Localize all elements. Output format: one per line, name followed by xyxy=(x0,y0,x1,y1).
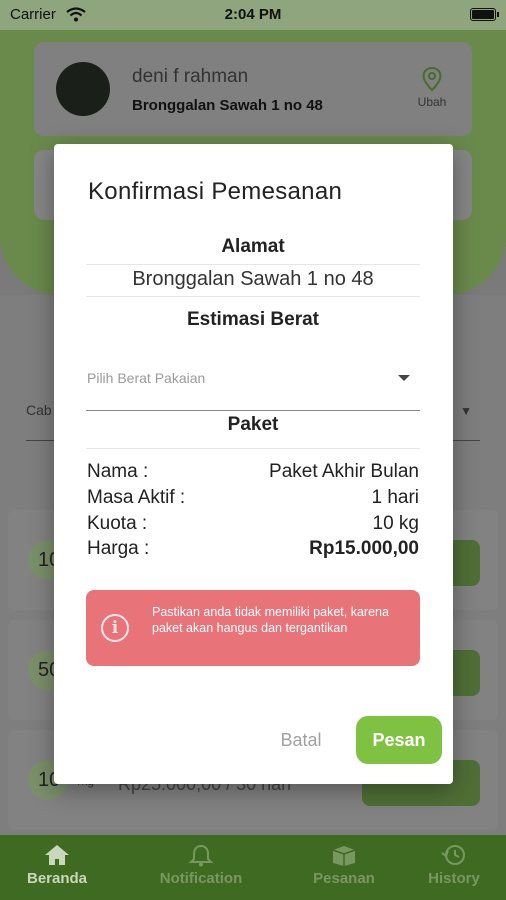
package-price-row: Harga : Rp15.000,00 xyxy=(87,538,419,564)
order-confirmation-dialog: Konfirmasi Pemesanan Alamat Bronggalan S… xyxy=(54,144,453,784)
divider xyxy=(86,264,420,265)
history-icon xyxy=(441,845,465,865)
profile-address: Bronggalan Sawah 1 no 48 xyxy=(132,97,323,114)
cancel-button[interactable]: Batal xyxy=(264,718,338,762)
change-address-button[interactable]: Ubah xyxy=(412,66,452,109)
package-active-row: Masa Aktif : 1 hari xyxy=(87,487,419,513)
nav-item-history[interactable]: History xyxy=(404,843,504,887)
background-dropdown-label: Cab xyxy=(26,402,52,418)
package-name-value: Paket Akhir Bulan xyxy=(269,461,419,482)
weight-select-placeholder: Pilih Berat Pakaian xyxy=(87,370,206,386)
package-active-value: 1 hari xyxy=(371,487,419,508)
bottom-navigation: Beranda Notification Pesanan History xyxy=(0,835,506,900)
bell-icon xyxy=(188,844,214,867)
avatar xyxy=(56,62,110,116)
warning-text: Pastikan anda tidak memiliki paket, kare… xyxy=(152,605,389,635)
order-button[interactable]: Pesan xyxy=(356,716,442,764)
divider xyxy=(86,448,420,449)
warning-alert: i Pastikan anda tidak memiliki paket, ka… xyxy=(86,590,420,666)
package-active-label: Masa Aktif : xyxy=(87,487,186,508)
address-heading: Alamat xyxy=(221,236,285,257)
battery-icon xyxy=(470,8,499,21)
info-icon: i xyxy=(101,614,129,642)
package-quota-row: Kuota : 10 kg xyxy=(87,513,419,539)
nav-item-notification[interactable]: Notification xyxy=(151,843,251,887)
nav-label: Notification xyxy=(159,870,243,887)
package-name-row: Nama : Paket Akhir Bulan xyxy=(87,461,419,487)
package-price-value: Rp15.000,00 xyxy=(309,538,419,559)
profile-name: deni f rahman xyxy=(132,66,249,87)
package-quota-label: Kuota : xyxy=(87,513,148,534)
dropdown-arrow-icon xyxy=(398,375,410,381)
location-pin-icon xyxy=(422,66,442,92)
box-icon xyxy=(332,846,356,866)
clock: 2:04 PM xyxy=(224,6,282,23)
nav-item-pesanan[interactable]: Pesanan xyxy=(294,843,394,887)
package-name-label: Nama : xyxy=(87,461,149,482)
divider xyxy=(86,296,420,297)
change-label: Ubah xyxy=(417,95,447,109)
status-bar: Carrier 2:04 PM xyxy=(0,0,506,30)
nav-label: History xyxy=(428,870,480,887)
nav-label: Pesanan xyxy=(313,870,375,887)
home-icon xyxy=(45,845,69,865)
weight-select[interactable]: Pilih Berat Pakaian xyxy=(86,358,420,411)
package-quota-value: 10 kg xyxy=(372,513,419,534)
nav-item-beranda[interactable]: Beranda xyxy=(7,843,107,887)
address-value: Bronggalan Sawah 1 no 48 xyxy=(132,268,374,290)
package-heading: Paket xyxy=(227,414,279,435)
nav-label: Beranda xyxy=(26,870,88,887)
background-dropdown-caret-icon: ▼ xyxy=(460,404,472,418)
weight-heading: Estimasi Berat xyxy=(186,309,319,330)
package-price-label: Harga : xyxy=(87,538,150,559)
dialog-title: Konfirmasi Pemesanan xyxy=(88,178,343,205)
profile-card: deni f rahman Bronggalan Sawah 1 no 48 U… xyxy=(34,42,472,136)
